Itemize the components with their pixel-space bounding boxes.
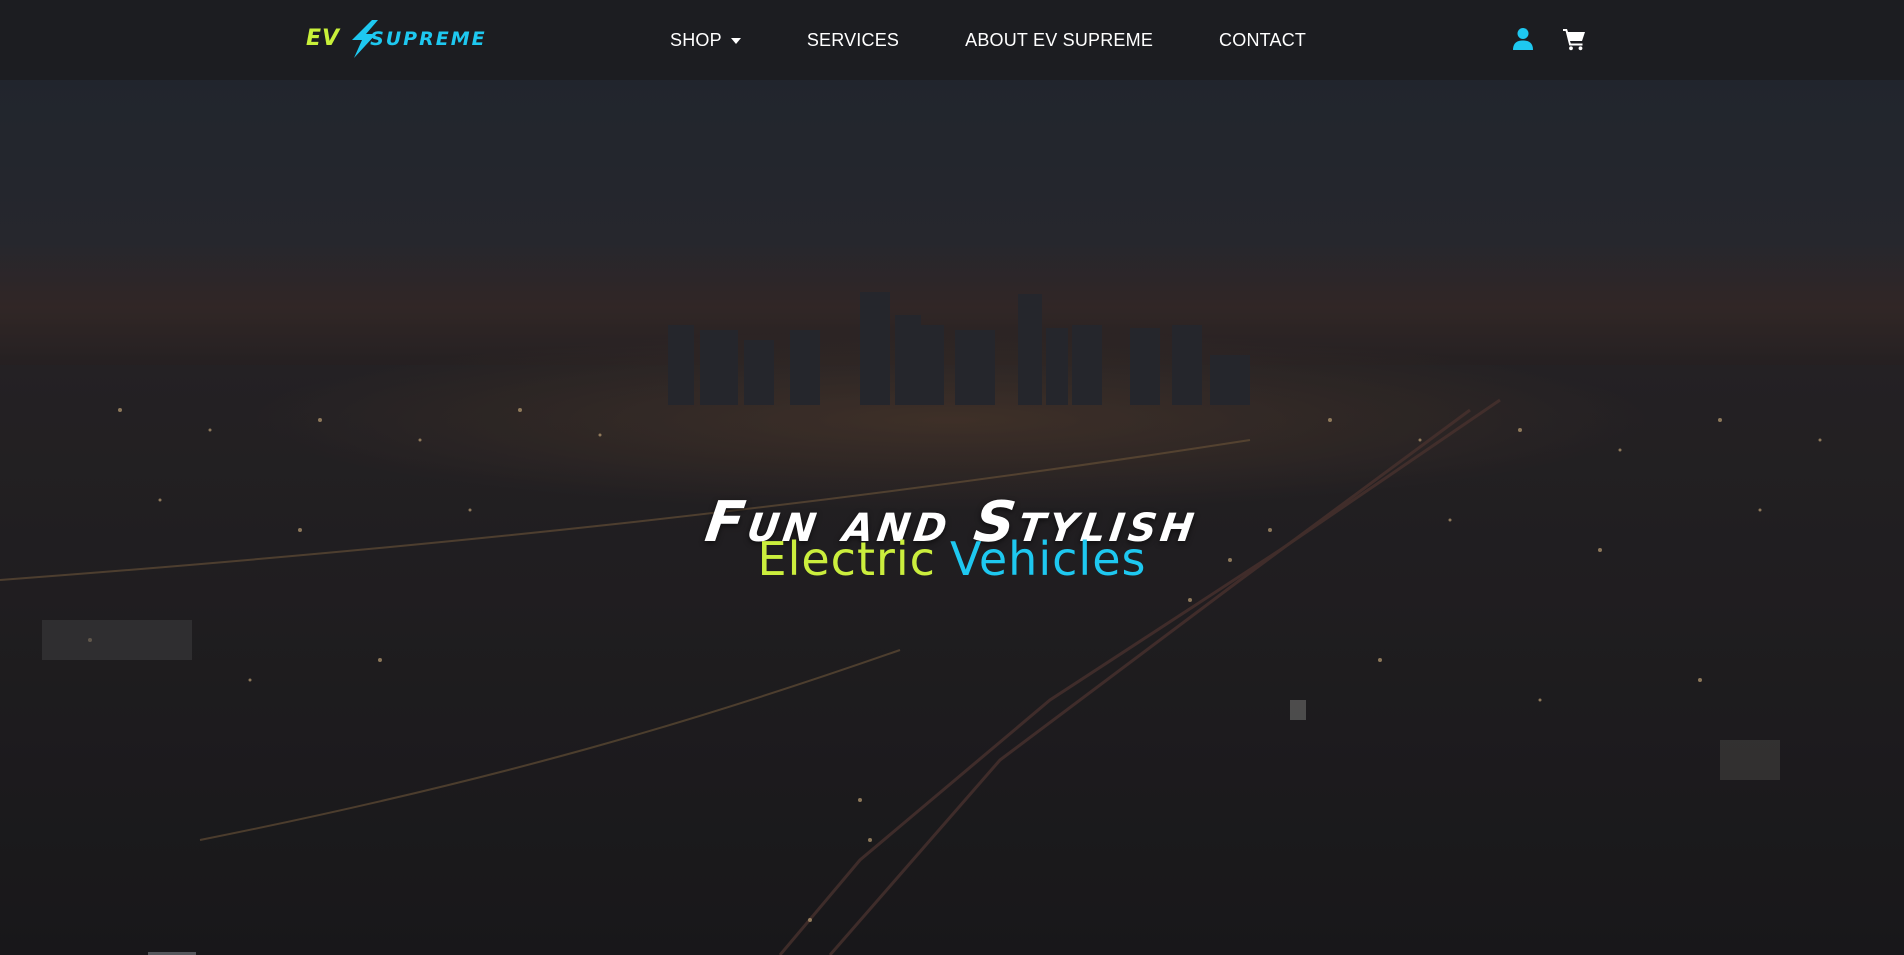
cart-icon[interactable] <box>1562 27 1586 51</box>
main-nav: SHOP SERVICES ABOUT EV SUPREME CONTACT <box>670 28 1306 52</box>
header-actions <box>1512 27 1586 51</box>
nav-item-about[interactable]: ABOUT EV SUPREME <box>965 30 1153 51</box>
caret-down-icon <box>730 37 741 44</box>
nav-item-services[interactable]: SERVICES <box>807 30 899 51</box>
logo-supreme-text: SUPREME <box>370 28 487 50</box>
hero-subtitle-electric: Electric <box>757 532 936 586</box>
nav-item-about-label: ABOUT EV SUPREME <box>965 29 1154 50</box>
logo-wordmark: EV SUPREME <box>306 26 487 51</box>
hero-section: Fun and Stylish Electric Vehicles <box>0 80 1904 955</box>
hero-subtitle: Electric Vehicles <box>0 532 1904 586</box>
nav-item-services-label: SERVICES <box>806 29 900 50</box>
site-logo[interactable]: EV SUPREME <box>306 20 512 58</box>
page: EV SUPREME SHOP SERVICES ABOUT EV SUPREME… <box>0 0 1904 955</box>
nav-item-contact-label: CONTACT <box>1219 29 1307 50</box>
nav-item-contact[interactable]: CONTACT <box>1219 30 1306 51</box>
user-icon[interactable] <box>1512 27 1534 51</box>
logo-ev-text: EV <box>306 26 341 51</box>
lightning-bolt-icon <box>352 20 378 58</box>
hero-subtitle-vehicles: Vehicles <box>949 532 1147 586</box>
nav-item-shop-label: SHOP <box>670 29 722 50</box>
site-header: EV SUPREME SHOP SERVICES ABOUT EV SUPREME… <box>0 0 1904 80</box>
nav-item-shop[interactable]: SHOP <box>670 30 741 51</box>
